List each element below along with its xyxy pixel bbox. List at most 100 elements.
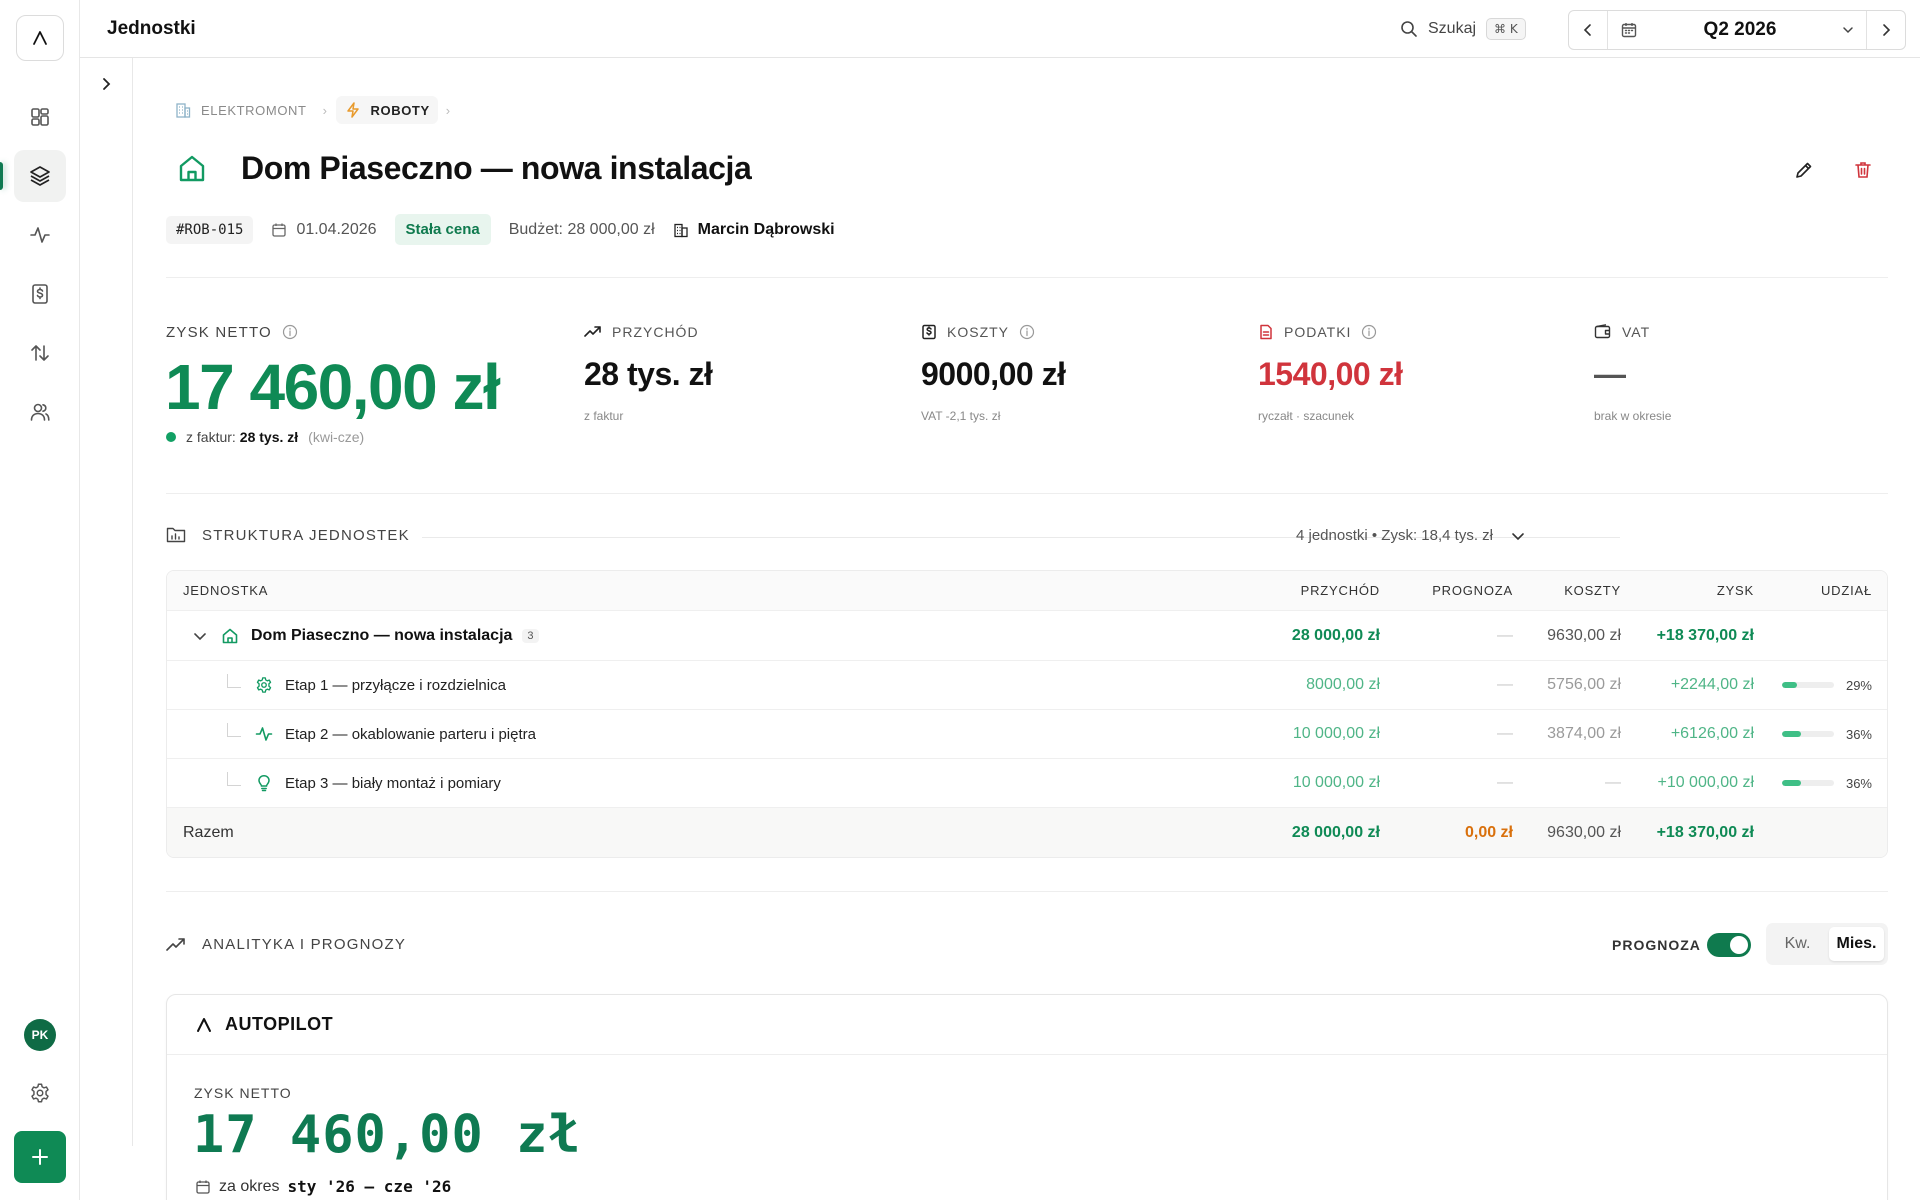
nav-units[interactable]: [14, 150, 66, 202]
period-dropdown[interactable]: Q2 2026: [1608, 11, 1866, 49]
nav-transfers[interactable]: [14, 327, 66, 379]
unit-owner[interactable]: Marcin Dąbrowski: [673, 221, 835, 239]
nav-activity[interactable]: [14, 209, 66, 261]
kpi-revenue: PRZYCHÓD 28 tys. zł z faktur: [584, 322, 713, 423]
delete-button[interactable]: [1850, 157, 1876, 183]
budget-label: Budżet: 28 000,00 zł: [508, 220, 655, 238]
column-header-share[interactable]: UDZIAŁ: [1754, 583, 1887, 598]
building-icon: [673, 223, 688, 237]
nav-team[interactable]: [14, 386, 66, 438]
chevron-down-icon[interactable]: [193, 629, 207, 643]
structure-summary[interactable]: 4 jednostki • Zysk: 18,4 tys. zł: [1296, 527, 1525, 544]
info-icon[interactable]: [282, 324, 298, 340]
add-button[interactable]: [14, 1131, 66, 1183]
nav-dashboard[interactable]: [14, 91, 66, 143]
kpi-net-profit: ZYSK NETTO: [166, 322, 298, 342]
unit-revenue: 10 000,00 zł: [1292, 725, 1380, 742]
kpi-revenue-label: PRZYCHÓD: [612, 324, 699, 340]
nav-finance[interactable]: [14, 268, 66, 320]
breadcrumb-category[interactable]: ROBOTY: [335, 96, 438, 124]
kpi-vat-sub: brak w okresie: [1594, 409, 1672, 423]
autopilot-period: za okres sty '26 – cze '26: [195, 1177, 451, 1196]
breadcrumb-company[interactable]: ELEKTROMONT: [166, 96, 315, 124]
info-icon[interactable]: [1361, 324, 1377, 340]
net-profit-source: z faktur: 28 tys. zł (kwi-cze): [166, 429, 364, 445]
chevron-right-icon: [1883, 24, 1891, 36]
nav-settings[interactable]: [14, 1067, 66, 1119]
unit-revenue: 28 000,00 zł: [1291, 626, 1380, 644]
unit-forecast: —: [1497, 676, 1513, 693]
forecast-toggle-label: PROGNOZA: [1612, 937, 1701, 953]
column-header-unit[interactable]: JEDNOSTKA: [167, 583, 1177, 598]
kpi-taxes-sub: ryczałt · szacunek: [1258, 409, 1355, 423]
column-header-revenue[interactable]: PRZYCHÓD: [1177, 583, 1380, 598]
active-nav-indicator: [0, 162, 3, 190]
period-prev-button[interactable]: [1569, 11, 1607, 49]
net-profit-source-value: 28 tys. zł: [239, 429, 299, 445]
trending-up-icon: [584, 326, 601, 337]
unit-owner-label: Marcin Dąbrowski: [697, 220, 835, 238]
info-icon[interactable]: [1019, 324, 1035, 340]
autopilot-card: AUTOPILOT ZYSK NETTO 17 460,00 zł za okr…: [166, 994, 1888, 1200]
granularity-month[interactable]: Mies.: [1829, 927, 1884, 961]
home-icon: [179, 155, 205, 182]
dashboard-icon: [31, 108, 49, 126]
analytics-section-header: ANALITYKA I PROGNOZY: [166, 936, 406, 953]
search-shortcut: ⌘ K: [1486, 18, 1526, 40]
column-header-costs[interactable]: KOSZTY: [1513, 583, 1621, 598]
layers-icon: [30, 166, 50, 186]
kpi-vat-value: —: [1594, 356, 1626, 392]
column-header-forecast[interactable]: PROGNOZA: [1380, 583, 1513, 598]
kpi-revenue-sub: z faktur: [584, 409, 624, 423]
period-next-button[interactable]: [1867, 11, 1905, 49]
analytics-section-title: ANALITYKA I PROGNOZY: [202, 936, 407, 953]
breadcrumb-category-label: ROBOTY: [370, 102, 430, 118]
total-forecast: 0,00 zł: [1464, 823, 1513, 841]
chevron-down-icon: [1843, 27, 1853, 34]
share-percent: 36%: [1845, 775, 1872, 791]
unit-revenue: 8000,00 zł: [1306, 676, 1380, 693]
net-profit-source-prefix: z faktur:: [186, 429, 236, 445]
unit-name: Etap 3 — biały montaż i pomiary: [285, 774, 501, 792]
table-header: JEDNOSTKA PRZYCHÓD PROGNOZA KOSZTY ZYSK …: [167, 571, 1887, 611]
page-name: Jednostki: [107, 18, 196, 39]
table-row-child[interactable]: Etap 1 — przyłącze i rozdzielnica 8000,0…: [167, 661, 1887, 710]
unit-name: Etap 1 — przyłącze i rozdzielnica: [285, 676, 506, 694]
document-icon: [1260, 324, 1272, 340]
users-icon: [30, 403, 50, 421]
forecast-toggle[interactable]: [1707, 933, 1751, 957]
granularity-quarter[interactable]: Kw.: [1770, 927, 1825, 961]
divider: [166, 493, 1888, 494]
autopilot-value: 17 460,00 zł: [193, 1105, 581, 1165]
search-button[interactable]: Szukaj ⌘ K: [1400, 15, 1526, 43]
unit-forecast: —: [1497, 725, 1513, 742]
gear-icon: [31, 1083, 49, 1103]
unit-profit: +18 370,00 zł: [1656, 626, 1754, 644]
column-header-profit[interactable]: ZYSK: [1621, 583, 1754, 598]
kpi-taxes-value: 1540,00 zł: [1258, 356, 1403, 392]
unit-revenue: 10 000,00 zł: [1292, 774, 1380, 791]
kpi-costs-value: 9000,00 zł: [921, 356, 1066, 392]
table-row-child[interactable]: Etap 2 — okablowanie parteru i piętra 10…: [167, 710, 1887, 759]
app-logo[interactable]: [16, 15, 64, 61]
autopilot-label: ZYSK NETTO: [194, 1085, 292, 1101]
unit-code: #ROB-015: [166, 215, 254, 244]
divider: [166, 277, 1888, 278]
unit-costs: 3874,00 zł: [1547, 725, 1621, 742]
unit-profit: +10 000,00 zł: [1657, 774, 1754, 791]
trending-up-icon: [166, 937, 185, 951]
kpi-revenue-value: 28 tys. zł: [584, 356, 713, 392]
edit-button[interactable]: [1791, 157, 1817, 183]
logo-icon: [33, 31, 47, 45]
user-avatar[interactable]: PK: [24, 1019, 56, 1051]
kpi-vat: VAT — brak w okresie: [1594, 322, 1671, 423]
unit-profit: +2244,00 zł: [1670, 676, 1754, 693]
unit-profit: +6126,00 zł: [1670, 725, 1754, 742]
kpi-taxes: PODATKI 1540,00 zł ryczałt · szacunek: [1258, 322, 1403, 423]
lightning-icon: [346, 102, 359, 118]
unit-forecast: —: [1497, 774, 1513, 791]
table-row-child[interactable]: Etap 3 — biały montaż i pomiary 10 000,0…: [167, 759, 1887, 808]
table-row-total: Razem 28 000,00 zł 0,00 zł 9630,00 zł +1…: [167, 808, 1887, 857]
table-row-parent[interactable]: Dom Piaseczno — nowa instalacja 3 28 000…: [167, 611, 1887, 661]
expand-panel-button[interactable]: [96, 74, 116, 94]
